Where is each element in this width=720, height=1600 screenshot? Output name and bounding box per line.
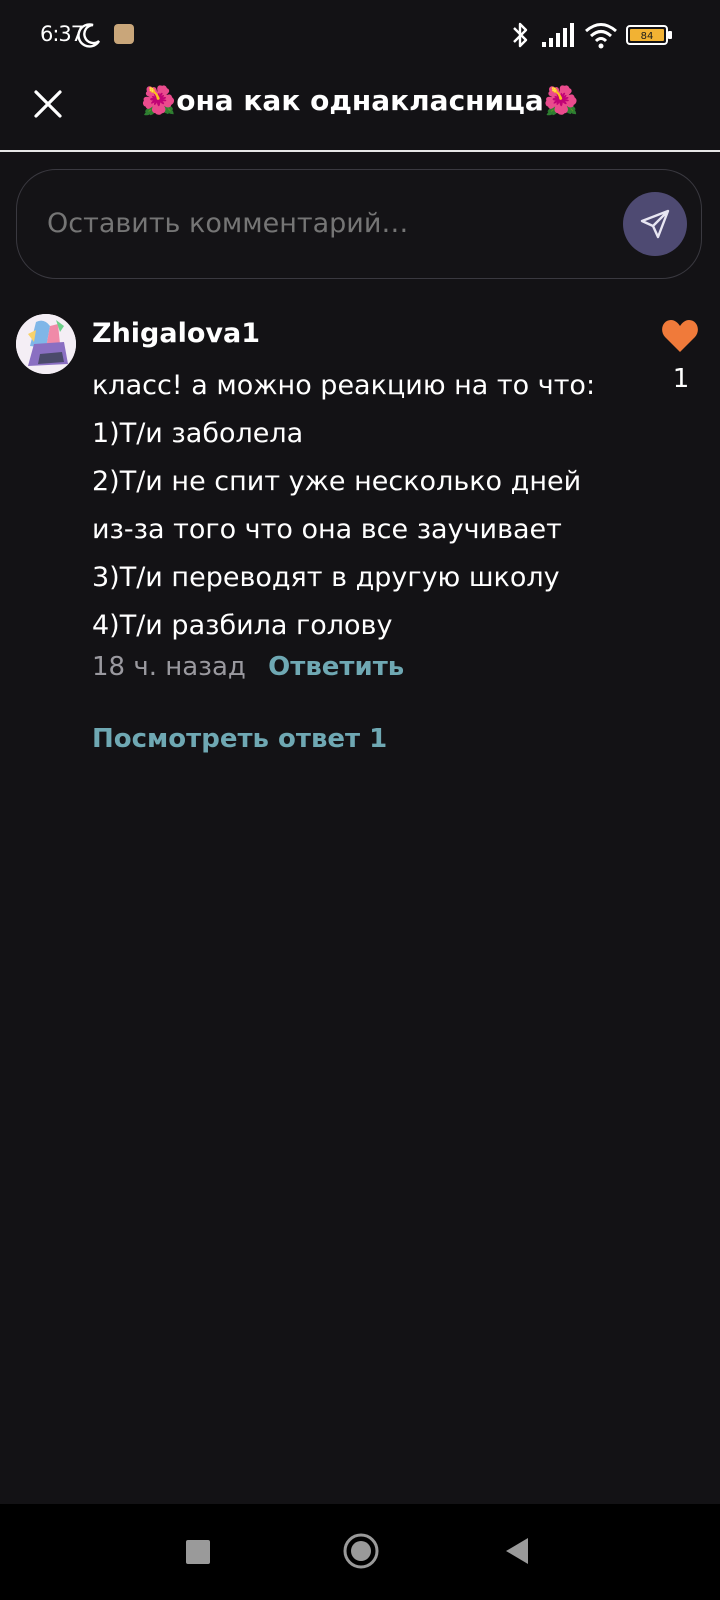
comment-line: 1)Т/и заболела [92,418,304,449]
top-bar: 🌺она как однакласница🌺 [0,70,720,152]
comment-meta: 18 ч. назад Ответить [92,652,404,682]
comment-author[interactable]: Zhigalova1 [92,318,260,349]
reply-button[interactable]: Ответить [268,652,404,682]
status-bar: 6:37 84 [0,0,720,70]
close-button[interactable] [24,80,72,128]
home-button[interactable] [342,1532,380,1570]
avatar-image [16,314,76,374]
close-icon [34,90,62,118]
bluetooth-icon [513,22,528,48]
comment-line: класс! а можно реакцию на то что: [92,370,596,401]
comment-line: 4)Т/и разбила голову [92,610,393,641]
back-button[interactable] [504,1536,530,1566]
comment-line: из-за того что она все заучивает [92,514,562,545]
comment-composer [16,169,702,279]
comment-timestamp: 18 ч. назад [92,652,246,682]
page-title: 🌺она как однакласница🌺 [141,84,579,117]
signal-icon [542,23,574,47]
battery-icon: 84 [626,25,672,45]
system-nav-bar [0,1504,720,1600]
comment-line: 3)Т/и переводят в другую школу [92,562,560,593]
wifi-icon [585,23,617,49]
heart-icon[interactable] [660,318,700,354]
app-notification-icon [114,24,134,44]
comment-line: 2)Т/и не спит уже несколько дней [92,466,582,497]
comment-text: класс! а можно реакцию на то что: 1)Т/и … [92,362,652,650]
battery-level: 84 [641,31,654,42]
like-count: 1 [672,364,690,394]
view-replies-button[interactable]: Посмотреть ответ 1 [92,724,387,754]
send-button[interactable] [623,192,687,256]
recents-button[interactable] [186,1540,210,1564]
moon-icon [77,23,101,48]
send-icon [640,209,670,239]
avatar[interactable] [16,314,76,374]
comment-input[interactable] [47,208,607,239]
